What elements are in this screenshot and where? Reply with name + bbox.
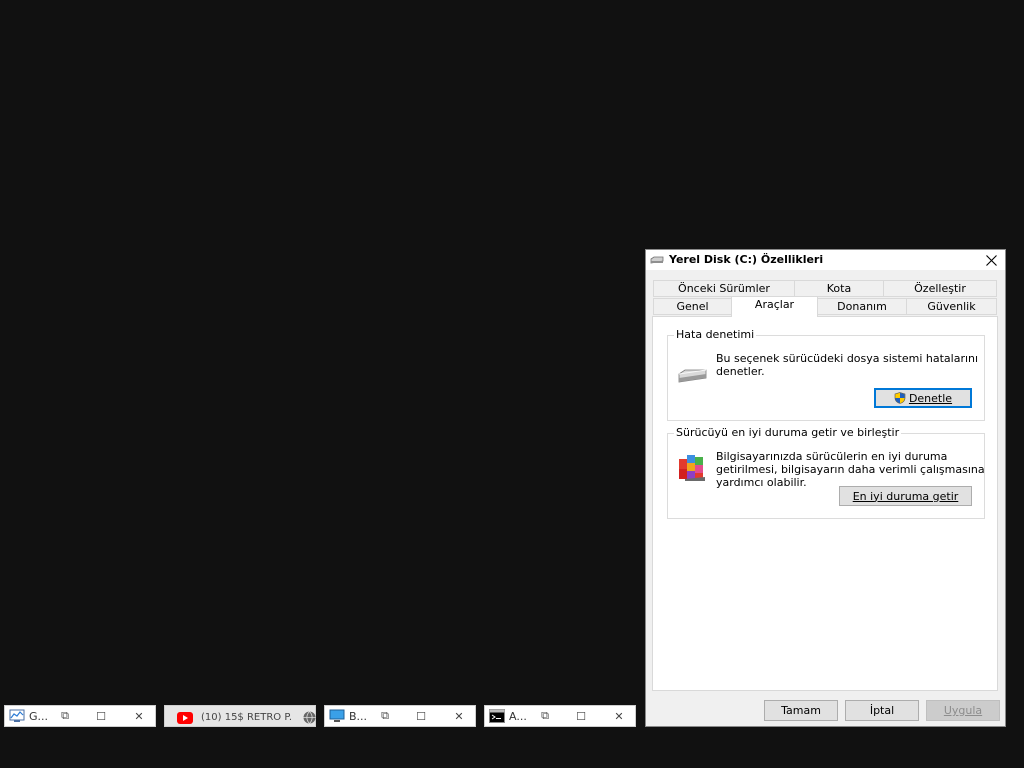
close-icon: ✕	[614, 709, 624, 723]
tab-general[interactable]: Genel	[653, 298, 732, 315]
close-button[interactable]	[977, 250, 1005, 270]
command-prompt-icon	[489, 709, 505, 723]
minimized-title: (10) 15$ RETRO P...	[201, 712, 293, 723]
cancel-button[interactable]: İptal	[845, 700, 919, 721]
restore-icon: ⧉	[381, 709, 389, 722]
tab-hardware[interactable]: Donanım	[817, 298, 907, 315]
close-button[interactable]: ✕	[451, 708, 467, 724]
minimized-title: B...	[349, 710, 368, 723]
close-icon: ✕	[134, 709, 144, 723]
maximize-button[interactable]: ☐	[573, 708, 589, 724]
apply-button[interactable]: Uygula	[926, 700, 1000, 721]
minimized-window-2[interactable]: (10) 15$ RETRO P...	[164, 705, 316, 727]
minimized-window-3[interactable]: B... ⧉ ☐ ✕	[324, 705, 476, 727]
maximize-icon: ☐	[416, 709, 426, 723]
close-icon	[985, 254, 997, 266]
error-check-group: Hata denetimi Bu seçenek sürücüdeki dosy…	[667, 328, 985, 421]
drive-icon	[650, 256, 664, 264]
optimize-group: Sürücüyü en iyi duruma getir ve birleşti…	[667, 426, 985, 519]
uac-shield-icon	[894, 392, 906, 404]
maximize-button[interactable]: ☐	[93, 708, 109, 724]
dialog-title: Yerel Disk (C:) Özellikleri	[669, 253, 824, 266]
ok-button[interactable]: Tamam	[764, 700, 838, 721]
restore-icon: ⧉	[541, 709, 549, 722]
optimize-label: Sürücüyü en iyi duruma getir ve birleşti…	[674, 426, 902, 439]
disk-properties-dialog: Yerel Disk (C:) Özellikleri Önceki Sürüm…	[645, 249, 1006, 727]
tools-panel: Hata denetimi Bu seçenek sürücüdeki dosy…	[652, 316, 998, 691]
error-check-description: Bu seçenek sürücüdeki dosya sistemi hata…	[716, 352, 979, 378]
maximize-button[interactable]: ☐	[413, 708, 429, 724]
restore-button[interactable]: ⧉	[57, 708, 73, 724]
error-check-label: Hata denetimi	[674, 328, 757, 341]
maximize-icon: ☐	[576, 709, 586, 723]
optimize-button[interactable]: En iyi duruma getir	[839, 486, 972, 506]
close-button[interactable]: ✕	[131, 708, 147, 724]
optimize-button-label: En iyi duruma getir	[852, 489, 959, 503]
tab-quota[interactable]: Kota	[794, 280, 884, 297]
hard-drive-icon	[678, 369, 707, 383]
minimized-window-1[interactable]: G... ⧉ ☐ ✕	[4, 705, 156, 727]
close-button[interactable]: ✕	[611, 708, 627, 724]
minimized-title: A...	[509, 710, 527, 723]
optimize-description: Bilgisayarınızda sürücülerin en iyi duru…	[716, 450, 985, 489]
minimized-window-4[interactable]: A... ⧉ ☐ ✕	[484, 705, 636, 727]
apply-button-label: Uygula	[943, 704, 983, 717]
tab-tools[interactable]: Araçlar	[731, 296, 818, 317]
defrag-icon	[679, 455, 705, 481]
close-icon: ✕	[454, 709, 464, 723]
tab-previous-versions[interactable]: Önceki Sürümler	[653, 280, 795, 297]
check-button[interactable]: Denetle	[874, 388, 972, 408]
title-bar[interactable]: Yerel Disk (C:) Özellikleri	[646, 250, 1005, 270]
restore-button[interactable]: ⧉	[537, 708, 553, 724]
maximize-icon: ☐	[96, 709, 106, 723]
minimized-title: G...	[29, 710, 49, 723]
computer-icon	[329, 709, 345, 722]
check-button-label: Denetle	[908, 391, 953, 405]
performance-monitor-icon	[9, 709, 25, 722]
restore-icon: ⧉	[61, 709, 69, 722]
restore-button[interactable]: ⧉	[377, 708, 393, 724]
tab-security[interactable]: Güvenlik	[906, 298, 997, 315]
tab-customize[interactable]: Özelleştir	[883, 280, 997, 297]
youtube-icon	[177, 712, 193, 724]
globe-icon	[303, 711, 316, 724]
